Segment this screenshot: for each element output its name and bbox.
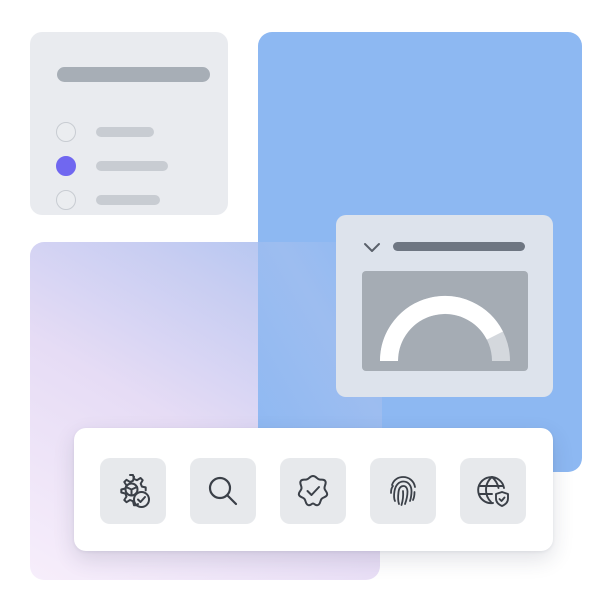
verified-badge-button[interactable]: [280, 458, 346, 524]
globe-shield-icon: [477, 476, 509, 507]
gauge-title-placeholder: [393, 242, 525, 251]
verified-badge-icon: [297, 475, 329, 507]
gauge-card: [336, 215, 553, 397]
globe-shield-button[interactable]: [460, 458, 526, 524]
search-button[interactable]: [190, 458, 256, 524]
radio-option-2[interactable]: [56, 156, 206, 178]
fingerprint-icon: [390, 476, 416, 506]
gear-check-button[interactable]: [100, 458, 166, 524]
fingerprint-button[interactable]: [370, 458, 436, 524]
radio-button-unselected[interactable]: [56, 122, 76, 142]
chevron-down-icon[interactable]: [362, 240, 382, 254]
search-icon: [208, 476, 238, 506]
radio-list-card: [30, 32, 228, 215]
radio-option-label-placeholder: [96, 161, 168, 171]
radio-button-selected[interactable]: [56, 156, 76, 176]
radio-option-label-placeholder: [96, 195, 160, 205]
radio-button-unselected[interactable]: [56, 190, 76, 210]
gauge-fill: [380, 296, 503, 362]
gauge-panel: [362, 271, 528, 371]
gauge-meter: [380, 296, 510, 362]
radio-option-label-placeholder: [96, 127, 154, 137]
gear-check-icon: [120, 474, 150, 508]
radio-option-3[interactable]: [56, 190, 206, 212]
illustration-stage: [0, 0, 600, 600]
radio-list-title-placeholder: [57, 67, 210, 82]
security-toolbar: [74, 428, 553, 551]
radio-option-1[interactable]: [56, 122, 206, 144]
